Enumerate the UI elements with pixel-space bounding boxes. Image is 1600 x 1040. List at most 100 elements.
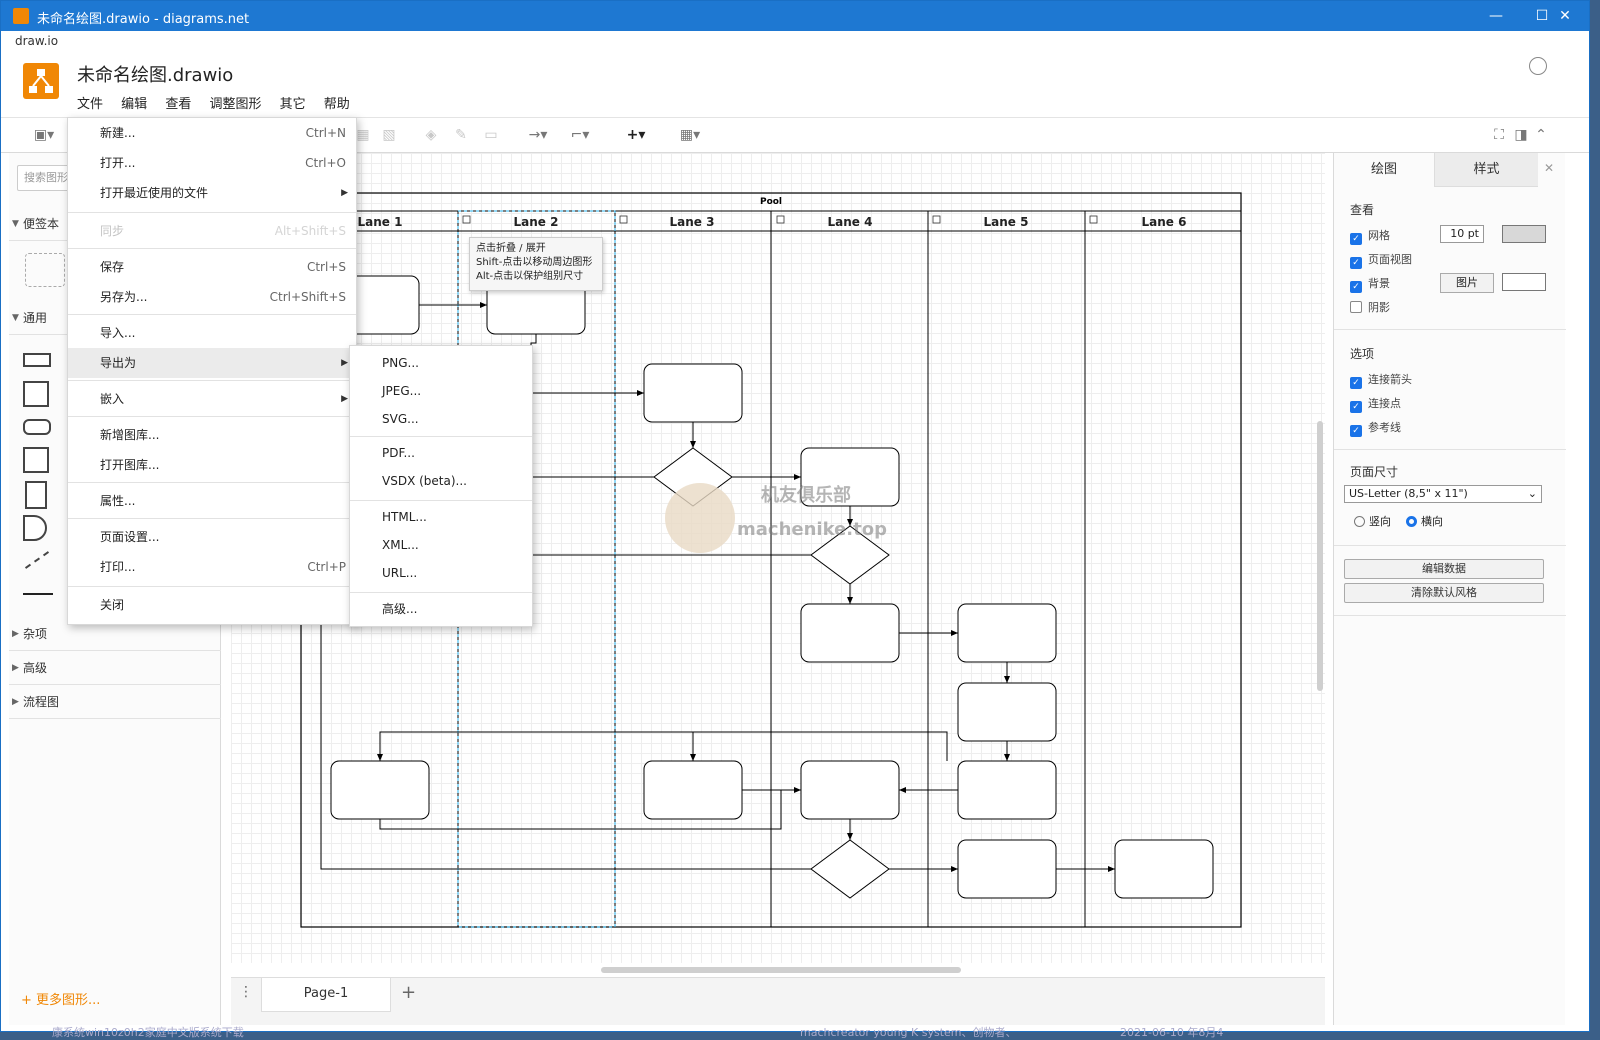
background-text: machcreator young K system、创物者、 bbox=[800, 1026, 1017, 1039]
menu-item-close[interactable]: 关闭 bbox=[68, 590, 356, 620]
document-shape[interactable] bbox=[25, 481, 47, 509]
menu-item-properties[interactable]: 属性... bbox=[68, 486, 356, 516]
lane-3-title[interactable]: Lane 3 bbox=[637, 215, 747, 229]
add-page-button[interactable]: + bbox=[401, 982, 416, 1003]
menu-item-open[interactable]: 打开... Ctrl+O bbox=[68, 148, 356, 178]
line-shape[interactable] bbox=[23, 593, 53, 595]
menu-item-new[interactable]: 新建... Ctrl+N bbox=[68, 118, 356, 148]
menu-item-export-as[interactable]: 导出为 ▶ bbox=[68, 348, 356, 378]
page-tab[interactable]: Page-1 bbox=[261, 978, 391, 1012]
export-png[interactable]: PNG... bbox=[350, 348, 532, 378]
minimize-button[interactable]: — bbox=[1473, 1, 1519, 31]
process-node[interactable] bbox=[957, 603, 1057, 663]
pages-menu-icon[interactable]: ⋮ bbox=[239, 984, 253, 1000]
panel-icon[interactable]: ◨ bbox=[1511, 124, 1531, 146]
square-shape[interactable] bbox=[23, 381, 49, 407]
delay-shape[interactable] bbox=[23, 515, 47, 541]
export-svg[interactable]: SVG... bbox=[350, 404, 532, 434]
menu-extras[interactable]: 其它 bbox=[280, 97, 306, 112]
table-icon[interactable]: ▦▾ bbox=[673, 124, 707, 146]
export-html[interactable]: HTML... bbox=[350, 502, 532, 532]
insert-icon[interactable]: +▾ bbox=[619, 124, 653, 146]
lane-6-title[interactable]: Lane 6 bbox=[1109, 215, 1219, 229]
menu-item-open-library[interactable]: 打开图库... bbox=[68, 450, 356, 480]
close-window-button[interactable]: ✕ bbox=[1541, 1, 1589, 31]
fullscreen-icon[interactable]: ⛶ bbox=[1489, 124, 1509, 146]
lane-5-title[interactable]: Lane 5 bbox=[951, 215, 1061, 229]
connection-arrows-checkbox[interactable]: ✓ 连接箭头 bbox=[1350, 371, 1412, 389]
decision-node[interactable] bbox=[810, 839, 890, 899]
export-pdf[interactable]: PDF... bbox=[350, 438, 532, 468]
grid-size-input[interactable]: 10 pt bbox=[1440, 225, 1484, 243]
process-node[interactable] bbox=[957, 760, 1057, 820]
lane-2-title[interactable]: Lane 2 bbox=[481, 215, 591, 229]
scratchpad-dropzone[interactable] bbox=[25, 253, 65, 287]
horizontal-scrollbar[interactable] bbox=[601, 967, 961, 973]
process-node[interactable] bbox=[800, 603, 900, 663]
pool-title[interactable]: Pool bbox=[301, 197, 1241, 207]
export-xml[interactable]: XML... bbox=[350, 530, 532, 560]
export-jpeg[interactable]: JPEG... bbox=[350, 376, 532, 406]
format-panel-toggle-icon[interactable]: ▣▾ bbox=[27, 124, 61, 146]
page-size-select[interactable]: US-Letter (8,5" x 11") ⌄ bbox=[1344, 485, 1542, 503]
process-node[interactable] bbox=[1114, 839, 1214, 899]
document-title[interactable]: 未命名绘图.drawio bbox=[77, 61, 233, 87]
menu-item-open-recent[interactable]: 打开最近使用的文件 ▶ bbox=[68, 178, 356, 208]
grid-color-swatch[interactable] bbox=[1502, 225, 1546, 243]
clear-default-style-button[interactable]: 清除默认风格 bbox=[1344, 583, 1544, 603]
process-node[interactable] bbox=[957, 839, 1057, 899]
fill-color-icon[interactable]: ◈ bbox=[421, 124, 441, 146]
shadow-icon[interactable]: ▭ bbox=[481, 124, 501, 146]
section-advanced[interactable]: ▶ 高级 bbox=[9, 651, 221, 685]
menu-arrange[interactable]: 调整图形 bbox=[209, 97, 261, 112]
table-shape[interactable] bbox=[23, 447, 49, 473]
guides-checkbox[interactable]: ✓ 参考线 bbox=[1350, 419, 1401, 437]
rectangle-shape[interactable] bbox=[23, 353, 51, 367]
menu-item-embed[interactable]: 嵌入 ▶ bbox=[68, 384, 356, 414]
menu-file[interactable]: 文件 bbox=[77, 97, 103, 112]
menu-item-new-library[interactable]: 新增图库... bbox=[68, 420, 356, 450]
tab-style[interactable]: 样式 bbox=[1434, 153, 1538, 187]
section-flowchart[interactable]: ▶ 流程图 bbox=[9, 685, 221, 719]
checkmark-icon: ✓ bbox=[1350, 281, 1362, 293]
line-color-icon[interactable]: ✎ bbox=[451, 124, 471, 146]
shadow-checkbox[interactable]: 阴影 bbox=[1350, 299, 1390, 315]
process-node[interactable] bbox=[330, 760, 430, 820]
background-image-button[interactable]: 图片 bbox=[1440, 273, 1494, 293]
page-view-checkbox[interactable]: ✓ 页面视图 bbox=[1350, 251, 1412, 269]
waypoints-icon[interactable]: ⌐▾ bbox=[563, 124, 597, 146]
close-panel-icon[interactable]: ✕ bbox=[1544, 161, 1554, 175]
menu-edit[interactable]: 编辑 bbox=[121, 97, 147, 112]
edit-data-button[interactable]: 编辑数据 bbox=[1344, 559, 1544, 579]
export-advanced[interactable]: 高级... bbox=[350, 594, 532, 624]
menu-help[interactable]: 帮助 bbox=[324, 97, 350, 112]
collapse-icon[interactable]: ⌃ bbox=[1531, 124, 1551, 146]
landscape-radio[interactable]: 横向 bbox=[1406, 513, 1443, 529]
process-node[interactable] bbox=[957, 682, 1057, 742]
lane-4-title[interactable]: Lane 4 bbox=[795, 215, 905, 229]
process-node[interactable] bbox=[643, 760, 743, 820]
tab-diagram[interactable]: 绘图 bbox=[1334, 153, 1434, 187]
portrait-radio[interactable]: 竖向 bbox=[1354, 513, 1391, 529]
menu-item-save-as[interactable]: 另存为... Ctrl+Shift+S bbox=[68, 282, 356, 312]
globe-icon[interactable] bbox=[1529, 57, 1547, 75]
connection-style-icon[interactable]: →▾ bbox=[521, 124, 555, 146]
grid-checkbox[interactable]: ✓ 网格 bbox=[1350, 227, 1390, 245]
process-node[interactable] bbox=[800, 760, 900, 820]
background-color-swatch[interactable] bbox=[1502, 273, 1546, 291]
menu-item-print[interactable]: 打印... Ctrl+P bbox=[68, 552, 356, 582]
hexagon-shape[interactable] bbox=[23, 419, 51, 435]
process-node[interactable] bbox=[643, 363, 743, 423]
export-url[interactable]: URL... bbox=[350, 558, 532, 588]
to-back-icon[interactable]: ▧ bbox=[379, 124, 399, 146]
vertical-scrollbar[interactable] bbox=[1317, 421, 1323, 691]
export-vsdx[interactable]: VSDX (beta)... bbox=[350, 466, 532, 496]
menu-item-import[interactable]: 导入... bbox=[68, 318, 356, 348]
menu-item-save[interactable]: 保存 Ctrl+S bbox=[68, 252, 356, 282]
background-checkbox[interactable]: ✓ 背景 bbox=[1350, 275, 1390, 293]
dashed-line-shape[interactable] bbox=[24, 551, 50, 569]
menu-item-page-setup[interactable]: 页面设置... bbox=[68, 522, 356, 552]
connection-points-checkbox[interactable]: ✓ 连接点 bbox=[1350, 395, 1401, 413]
menu-view[interactable]: 查看 bbox=[165, 97, 191, 112]
more-shapes-button[interactable]: + 更多图形... bbox=[21, 989, 100, 1008]
